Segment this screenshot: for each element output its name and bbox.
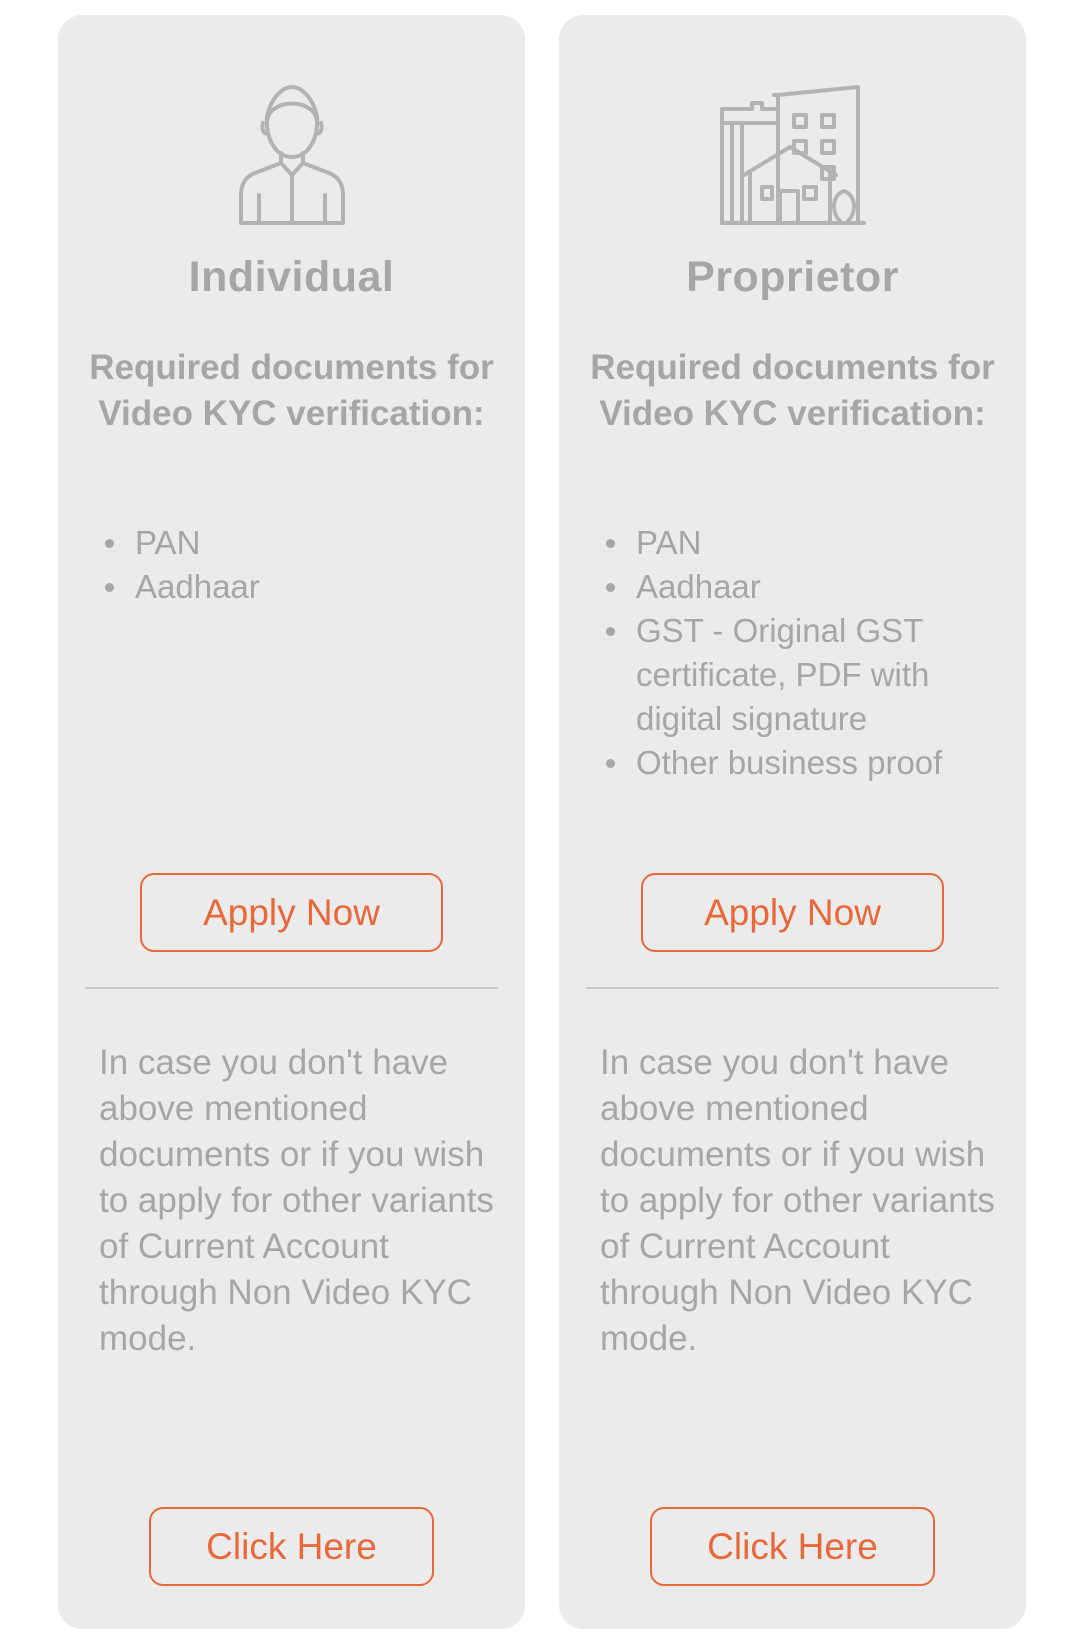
bullet-icon [105, 583, 114, 592]
non-video-kyc-note: In case you don't have above mentioned d… [600, 1043, 995, 1358]
card-title: Individual [188, 253, 395, 301]
doc-list: PAN Aadhaar GST - Original GST certifica… [591, 521, 1011, 785]
list-item: Other business proof [591, 741, 1011, 785]
divider [85, 987, 498, 989]
apply-now-button[interactable]: Apply Now [641, 873, 944, 952]
bullet-icon [606, 627, 615, 636]
list-item: Aadhaar [591, 565, 1011, 609]
bullet-icon [606, 759, 615, 768]
docs-heading: Required documents for Video KYC verific… [590, 348, 995, 433]
apply-now-button[interactable]: Apply Now [140, 873, 443, 952]
bullet-icon [606, 539, 615, 548]
list-item: PAN [90, 521, 510, 565]
list-item: Aadhaar [90, 565, 510, 609]
docs-heading: Required documents for Video KYC verific… [89, 348, 494, 433]
card-title: Proprietor [686, 253, 899, 301]
bullet-icon [105, 539, 114, 548]
divider [586, 987, 999, 989]
list-item: PAN [591, 521, 1011, 565]
click-here-button[interactable]: Click Here [650, 1507, 935, 1586]
person-icon [58, 65, 525, 225]
doc-list: PAN Aadhaar [90, 521, 510, 609]
bullet-icon [606, 583, 615, 592]
individual-card: Individual Required documents for Video … [58, 15, 525, 1629]
building-icon [559, 65, 1026, 225]
non-video-kyc-note: In case you don't have above mentioned d… [99, 1043, 494, 1358]
proprietor-card: Proprietor Required documents for Video … [559, 15, 1026, 1629]
list-item: GST - Original GST certificate, PDF with… [591, 609, 1011, 741]
click-here-button[interactable]: Click Here [149, 1507, 434, 1586]
